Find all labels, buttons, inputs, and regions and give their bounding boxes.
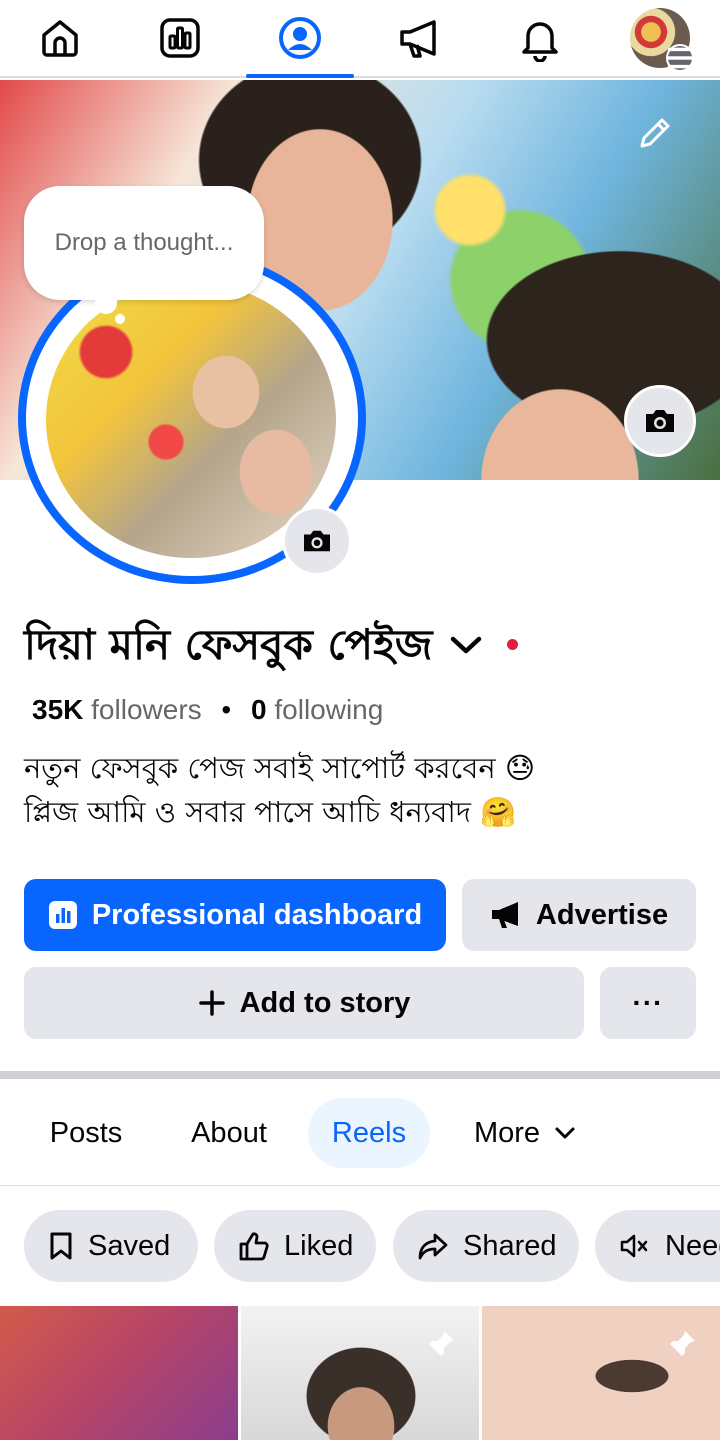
reel-thumbnail[interactable] [241, 1306, 479, 1440]
thought-bubble-dot [115, 314, 125, 324]
following-label[interactable]: following [274, 694, 383, 725]
reel-thumbnail[interactable] [0, 1306, 238, 1440]
pin-icon [666, 1328, 698, 1365]
advertise-label: Advertise [535, 898, 669, 931]
edit-pencil-icon[interactable] [636, 116, 672, 157]
thought-bubble-dot [95, 292, 117, 314]
status-dot [506, 639, 518, 650]
page-title: দিয়া মনি ফেসবুক পেইজ [24, 620, 433, 669]
menu-icon [666, 44, 694, 72]
filter-shared[interactable]: Shared [393, 1210, 579, 1282]
bio-line: নতুন ফেসবুক পেজ সবাই সাপোর্ট করবেন 😓 [24, 751, 536, 785]
tabs-border [0, 1185, 720, 1186]
camera-icon [646, 410, 674, 432]
tab-label: More [473, 1116, 541, 1149]
filter-liked[interactable]: Liked [214, 1210, 376, 1282]
filter-label: Need [665, 1229, 720, 1262]
nav-profile[interactable] [240, 0, 360, 78]
muted-speaker-icon [620, 1234, 648, 1258]
pin-icon [425, 1328, 457, 1365]
thought-bubble[interactable]: Drop a thought... [24, 186, 264, 300]
nav-menu[interactable] [600, 0, 720, 76]
add-to-story-button[interactable]: Add to story [24, 967, 584, 1039]
reel-thumbnail[interactable] [482, 1306, 720, 1440]
chevron-down-icon[interactable] [449, 634, 483, 661]
dashboard-icon [160, 18, 200, 58]
tab-reels[interactable]: Reels [308, 1098, 430, 1168]
nav-home[interactable] [0, 0, 120, 76]
tab-more[interactable]: More [450, 1098, 600, 1168]
chevron-down-icon [555, 1127, 575, 1139]
megaphone-icon [491, 902, 518, 928]
profile-name-row: দিয়া মনি ফেসবুক পেইজ [24, 612, 518, 683]
tab-label: Posts [49, 1116, 123, 1149]
more-options-label: ··· [632, 987, 664, 1018]
filter-label: Saved [88, 1229, 171, 1262]
avatar [630, 8, 694, 72]
tab-label: About [191, 1116, 267, 1149]
nav-notifications[interactable] [480, 0, 600, 76]
filter-label: Liked [284, 1229, 354, 1262]
filter-need[interactable]: Need [595, 1210, 720, 1282]
more-options-button[interactable]: ··· [600, 967, 696, 1039]
profile-bio: নতুন ফেসবুক পেজ সবাই সাপোর্ট করবেন 😓 প্ল… [24, 746, 704, 834]
megaphone-icon [400, 20, 436, 58]
edit-profile-picture-button[interactable] [282, 506, 352, 576]
profile-icon [279, 17, 321, 59]
professional-dashboard-button[interactable]: Professional dashboard [24, 879, 446, 951]
nav-ads[interactable] [360, 0, 480, 76]
dashboard-icon [48, 901, 77, 929]
filter-saved[interactable]: Saved [24, 1210, 198, 1282]
following-count[interactable]: 0 [251, 694, 267, 725]
tab-label: Reels [331, 1116, 407, 1149]
top-navigation [0, 0, 720, 78]
thought-placeholder: Drop a thought... [54, 229, 234, 256]
bell-icon [522, 22, 558, 62]
home-icon [42, 20, 78, 57]
thumbs-up-icon [239, 1232, 269, 1261]
edit-cover-camera-button[interactable] [624, 385, 696, 457]
filter-label: Shared [463, 1229, 557, 1262]
bio-line: প্লিজ আমি ও সবার পাসে আচি ধন্যবাদ 🤗 [24, 795, 517, 829]
plus-icon [198, 990, 225, 1016]
followers-count[interactable]: 35K [32, 694, 83, 725]
tab-posts[interactable]: Posts [24, 1098, 148, 1168]
advertise-button[interactable]: Advertise [462, 879, 696, 951]
share-icon [418, 1233, 448, 1260]
nav-dashboard[interactable] [120, 0, 240, 76]
tab-about[interactable]: About [166, 1098, 292, 1168]
section-divider [0, 1071, 720, 1079]
add-to-story-label: Add to story [239, 986, 411, 1019]
professional-dashboard-label: Professional dashboard [91, 898, 423, 931]
follower-stats: 35K followers • 0 following [32, 694, 383, 726]
camera-icon [304, 530, 330, 552]
stats-separator: • [221, 694, 232, 725]
bookmark-icon [50, 1232, 72, 1260]
followers-label[interactable]: followers [91, 694, 201, 725]
